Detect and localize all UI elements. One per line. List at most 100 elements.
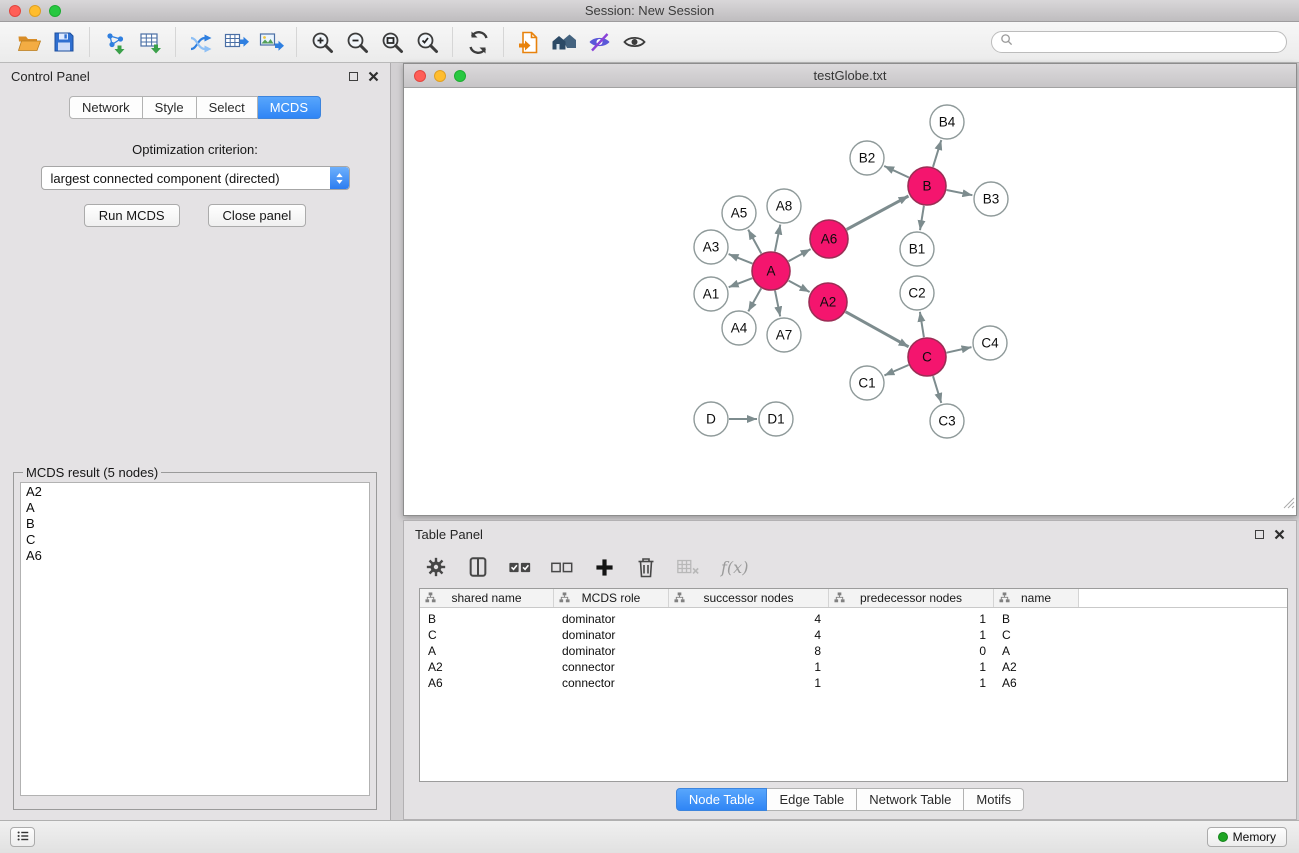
network-graph[interactable]: AA1A2A3A4A5A6A7A8BB1B2B3B4CC1C2C3C4DD1 xyxy=(404,88,1296,515)
import-network-icon[interactable] xyxy=(100,27,130,57)
cell-mcds-role[interactable]: connector xyxy=(554,660,669,674)
zoom-selected-icon[interactable] xyxy=(412,27,442,57)
graph-node-C[interactable]: C xyxy=(908,338,946,376)
cell-name[interactable]: A6 xyxy=(994,676,1079,690)
graph-node-A3[interactable]: A3 xyxy=(694,230,728,264)
cell-successor-nodes[interactable]: 1 xyxy=(669,676,829,690)
table-row[interactable]: Cdominator41C xyxy=(420,627,1287,643)
mcds-result-item[interactable]: C xyxy=(21,532,369,548)
show-all-icon[interactable] xyxy=(619,27,649,57)
cell-successor-nodes[interactable]: 1 xyxy=(669,660,829,674)
cell-name[interactable]: A xyxy=(994,644,1079,658)
zoom-in-icon[interactable] xyxy=(307,27,337,57)
cell-shared-name[interactable]: C xyxy=(420,628,554,642)
cell-shared-name[interactable]: B xyxy=(420,612,554,626)
graph-node-C2[interactable]: C2 xyxy=(900,276,934,310)
edge-C-to-C1[interactable] xyxy=(884,365,908,375)
edge-A-to-A7[interactable] xyxy=(775,291,780,317)
memory-button[interactable]: Memory xyxy=(1207,827,1287,847)
export-table-icon[interactable] xyxy=(221,27,251,57)
criterion-dropdown[interactable]: largest connected component (directed) xyxy=(41,166,350,190)
save-session-icon[interactable] xyxy=(49,27,79,57)
minimize-window-button[interactable] xyxy=(29,5,41,17)
graph-node-A5[interactable]: A5 xyxy=(722,196,756,230)
column-header-mcds-role[interactable]: MCDS role xyxy=(554,589,669,607)
zoom-window-button[interactable] xyxy=(49,5,61,17)
graph-node-C4[interactable]: C4 xyxy=(973,326,1007,360)
open-file-icon[interactable] xyxy=(14,27,44,57)
control-tab-mcds[interactable]: MCDS xyxy=(258,96,321,119)
cell-name[interactable]: C xyxy=(994,628,1079,642)
graph-node-B3[interactable]: B3 xyxy=(974,182,1008,216)
graph-node-B1[interactable]: B1 xyxy=(900,232,934,266)
mcds-result-list[interactable]: A2ABCA6 xyxy=(20,482,370,796)
new-document-icon[interactable] xyxy=(514,27,544,57)
control-tab-network[interactable]: Network xyxy=(69,96,143,119)
network-minimize-button[interactable] xyxy=(434,70,446,82)
edge-A2-to-C[interactable] xyxy=(846,312,909,347)
edge-C-to-C2[interactable] xyxy=(920,312,924,337)
cell-predecessor-nodes[interactable]: 1 xyxy=(829,676,994,690)
table-panel-float-icon[interactable] xyxy=(1255,530,1264,539)
add-row-icon[interactable] xyxy=(591,554,617,580)
delete-row-icon[interactable] xyxy=(633,554,659,580)
graph-node-A4[interactable]: A4 xyxy=(722,311,756,345)
cell-successor-nodes[interactable]: 4 xyxy=(669,628,829,642)
control-panel-float-icon[interactable] xyxy=(349,72,358,81)
graph-node-A6[interactable]: A6 xyxy=(810,220,848,258)
run-mcds-button[interactable]: Run MCDS xyxy=(84,204,180,227)
table-tab-node-table[interactable]: Node Table xyxy=(676,788,768,811)
network-canvas[interactable]: AA1A2A3A4A5A6A7A8BB1B2B3B4CC1C2C3C4DD1 xyxy=(404,88,1296,515)
edge-C-to-C4[interactable] xyxy=(947,347,972,353)
table-tab-motifs[interactable]: Motifs xyxy=(964,788,1024,811)
close-panel-button[interactable]: Close panel xyxy=(208,204,307,227)
edge-A-to-A4[interactable] xyxy=(748,288,761,311)
graph-node-B2[interactable]: B2 xyxy=(850,141,884,175)
graph-node-D1[interactable]: D1 xyxy=(759,402,793,436)
edge-A-to-A2[interactable] xyxy=(789,281,810,292)
column-header-shared-name[interactable]: shared name xyxy=(420,589,554,607)
edge-A-to-A3[interactable] xyxy=(729,254,753,264)
refresh-icon[interactable] xyxy=(463,27,493,57)
cell-predecessor-nodes[interactable]: 0 xyxy=(829,644,994,658)
mcds-result-item[interactable]: B xyxy=(21,516,369,532)
cell-mcds-role[interactable]: connector xyxy=(554,676,669,690)
cell-mcds-role[interactable]: dominator xyxy=(554,628,669,642)
column-header-successor-nodes[interactable]: successor nodes xyxy=(669,589,829,607)
edge-A-to-A6[interactable] xyxy=(789,249,811,261)
edge-B-to-B1[interactable] xyxy=(920,206,924,230)
network-zoom-button[interactable] xyxy=(454,70,466,82)
deselect-all-icon[interactable] xyxy=(549,554,575,580)
graph-node-B4[interactable]: B4 xyxy=(930,105,964,139)
cell-successor-nodes[interactable]: 4 xyxy=(669,612,829,626)
cell-mcds-role[interactable]: dominator xyxy=(554,644,669,658)
mcds-result-item[interactable]: A xyxy=(21,500,369,516)
export-network-icon[interactable] xyxy=(186,27,216,57)
hide-selected-icon[interactable] xyxy=(584,27,614,57)
control-tab-select[interactable]: Select xyxy=(197,96,258,119)
control-panel-close-icon[interactable] xyxy=(368,71,379,82)
edge-A-to-A5[interactable] xyxy=(748,230,761,254)
zoom-fit-icon[interactable] xyxy=(377,27,407,57)
cell-predecessor-nodes[interactable]: 1 xyxy=(829,612,994,626)
graph-node-A7[interactable]: A7 xyxy=(767,318,801,352)
table-settings-icon[interactable] xyxy=(423,554,449,580)
column-header-predecessor-nodes[interactable]: predecessor nodes xyxy=(829,589,994,607)
table-row[interactable]: A2connector11A2 xyxy=(420,659,1287,675)
close-window-button[interactable] xyxy=(9,5,21,17)
table-row[interactable]: A6connector11A6 xyxy=(420,675,1287,691)
edge-A-to-A8[interactable] xyxy=(775,225,780,252)
column-header-name[interactable]: name xyxy=(994,589,1079,607)
resize-grip[interactable] xyxy=(1283,496,1295,514)
control-tab-style[interactable]: Style xyxy=(143,96,197,119)
zoom-out-icon[interactable] xyxy=(342,27,372,57)
edge-B-to-B3[interactable] xyxy=(947,190,973,195)
graph-node-A2[interactable]: A2 xyxy=(809,283,847,321)
graph-node-A[interactable]: A xyxy=(752,252,790,290)
graph-node-D[interactable]: D xyxy=(694,402,728,436)
edge-A-to-A1[interactable] xyxy=(729,278,753,287)
graph-node-C1[interactable]: C1 xyxy=(850,366,884,400)
cell-mcds-role[interactable]: dominator xyxy=(554,612,669,626)
task-list-button[interactable] xyxy=(10,827,35,847)
table-tab-network-table[interactable]: Network Table xyxy=(857,788,964,811)
